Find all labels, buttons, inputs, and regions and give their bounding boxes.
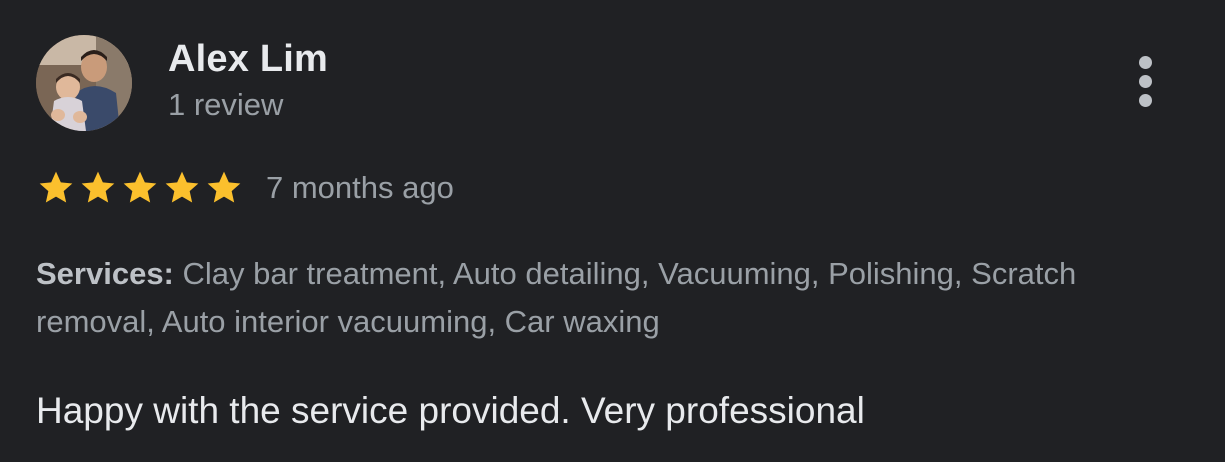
- star-icon: [39, 171, 73, 203]
- review-count: 1 review: [168, 87, 284, 122]
- more-vert-icon-dot: [1139, 94, 1152, 107]
- author-name[interactable]: Alex Lim: [168, 37, 328, 81]
- services-label: Services:: [36, 256, 183, 291]
- review-text: Happy with the service provided. Very pr…: [36, 390, 865, 431]
- star-icon: [81, 171, 115, 203]
- more-vert-icon: [1139, 56, 1152, 69]
- services: Services: Clay bar treatment, Auto detai…: [36, 250, 1186, 346]
- star-rating: [36, 168, 244, 208]
- review-card: Alex Lim 1 review 7 months ago Services:…: [0, 0, 1225, 462]
- avatar[interactable]: [36, 35, 132, 131]
- more-vert-icon-dot: [1139, 75, 1152, 88]
- avatar-photo: [36, 35, 132, 131]
- review-date: 7 months ago: [266, 170, 454, 205]
- star-icon: [165, 171, 199, 203]
- star-icon: [123, 171, 157, 203]
- more-options-button[interactable]: [1120, 50, 1172, 112]
- star-icon: [207, 171, 241, 203]
- rating-row: 7 months ago: [36, 166, 454, 210]
- services-list: Clay bar treatment, Auto detailing, Vacu…: [36, 256, 1077, 339]
